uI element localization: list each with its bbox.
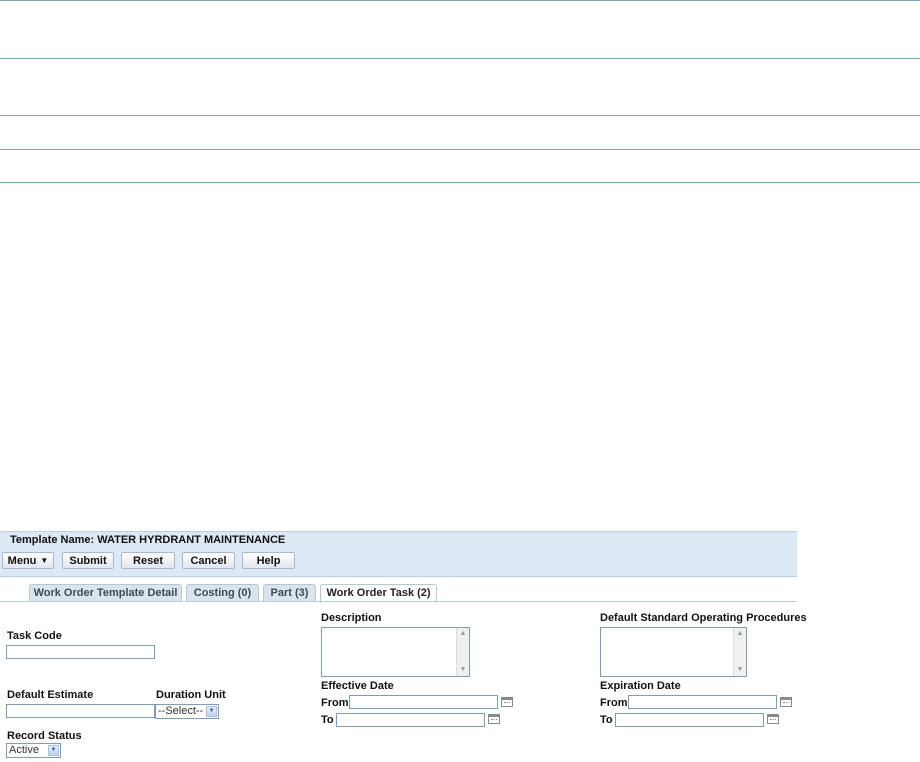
divider-line (0, 149, 920, 150)
default-estimate-label: Default Estimate (7, 689, 94, 701)
submit-button[interactable]: Submit (62, 552, 114, 569)
default-sop-scrollbar[interactable]: ▲ ▼ (733, 628, 746, 676)
effective-to-input[interactable] (336, 713, 485, 727)
template-header-panel: Template Name: WATER HYRDRANT MAINTENANC… (0, 531, 797, 577)
divider-line (0, 0, 920, 1)
record-status-label: Record Status (7, 730, 82, 742)
cancel-button[interactable]: Cancel (182, 552, 235, 569)
duration-unit-select[interactable]: --Select-- ▼ (155, 704, 219, 719)
effective-date-label: Effective Date (321, 680, 394, 692)
template-label: Template Name: (10, 534, 95, 546)
calendar-icon[interactable] (488, 714, 500, 724)
help-button[interactable]: Help (242, 552, 295, 569)
expiration-from-input[interactable] (628, 695, 777, 709)
menu-button-label: Menu (7, 555, 37, 567)
duration-unit-label: Duration Unit (156, 689, 226, 701)
record-status-value: Active (9, 744, 39, 756)
tab-work-order-template-detail[interactable]: Work Order Template Detail (29, 584, 182, 602)
default-sop-textarea[interactable]: ▲ ▼ (600, 627, 747, 677)
menu-button[interactable]: Menu ▼ (2, 552, 54, 569)
chevron-down-icon: ▼ (206, 706, 217, 717)
effective-from-input[interactable] (349, 695, 498, 709)
chevron-down-icon: ▼ (48, 745, 59, 756)
calendar-icon[interactable] (767, 714, 779, 724)
menu-caret-icon: ▼ (40, 556, 49, 565)
description-label: Description (321, 612, 382, 624)
duration-unit-value: --Select-- (158, 705, 204, 717)
expiration-from-label: From (600, 697, 628, 709)
template-title: Template Name: WATER HYRDRANT MAINTENANC… (10, 534, 285, 546)
description-textarea[interactable]: ▲ ▼ (321, 627, 470, 677)
tab-costing[interactable]: Costing (0) (186, 584, 259, 602)
scroll-up-icon[interactable]: ▲ (734, 628, 746, 640)
reset-button[interactable]: Reset (121, 552, 175, 569)
default-estimate-input[interactable] (6, 704, 155, 718)
divider-line (0, 58, 920, 59)
task-code-input[interactable] (6, 645, 155, 659)
tabs-baseline (0, 601, 797, 602)
scroll-down-icon[interactable]: ▼ (734, 664, 746, 676)
calendar-icon[interactable] (780, 697, 792, 707)
effective-from-label: From (321, 697, 349, 709)
template-name: WATER HYRDRANT MAINTENANCE (97, 534, 286, 546)
expiration-date-label: Expiration Date (600, 680, 681, 692)
default-sop-label: Default Standard Operating Procedures (600, 612, 807, 624)
task-code-label: Task Code (7, 630, 62, 642)
description-scrollbar[interactable]: ▲ ▼ (456, 628, 469, 676)
expiration-to-label: To (600, 714, 613, 726)
calendar-icon[interactable] (501, 697, 513, 707)
scroll-down-icon[interactable]: ▼ (457, 664, 469, 676)
effective-to-label: To (321, 714, 334, 726)
divider-line (0, 182, 920, 183)
divider-line (0, 115, 920, 116)
expiration-to-input[interactable] (615, 713, 764, 727)
record-status-select[interactable]: Active ▼ (6, 743, 61, 758)
tab-part[interactable]: Part (3) (263, 584, 316, 602)
scroll-up-icon[interactable]: ▲ (457, 628, 469, 640)
